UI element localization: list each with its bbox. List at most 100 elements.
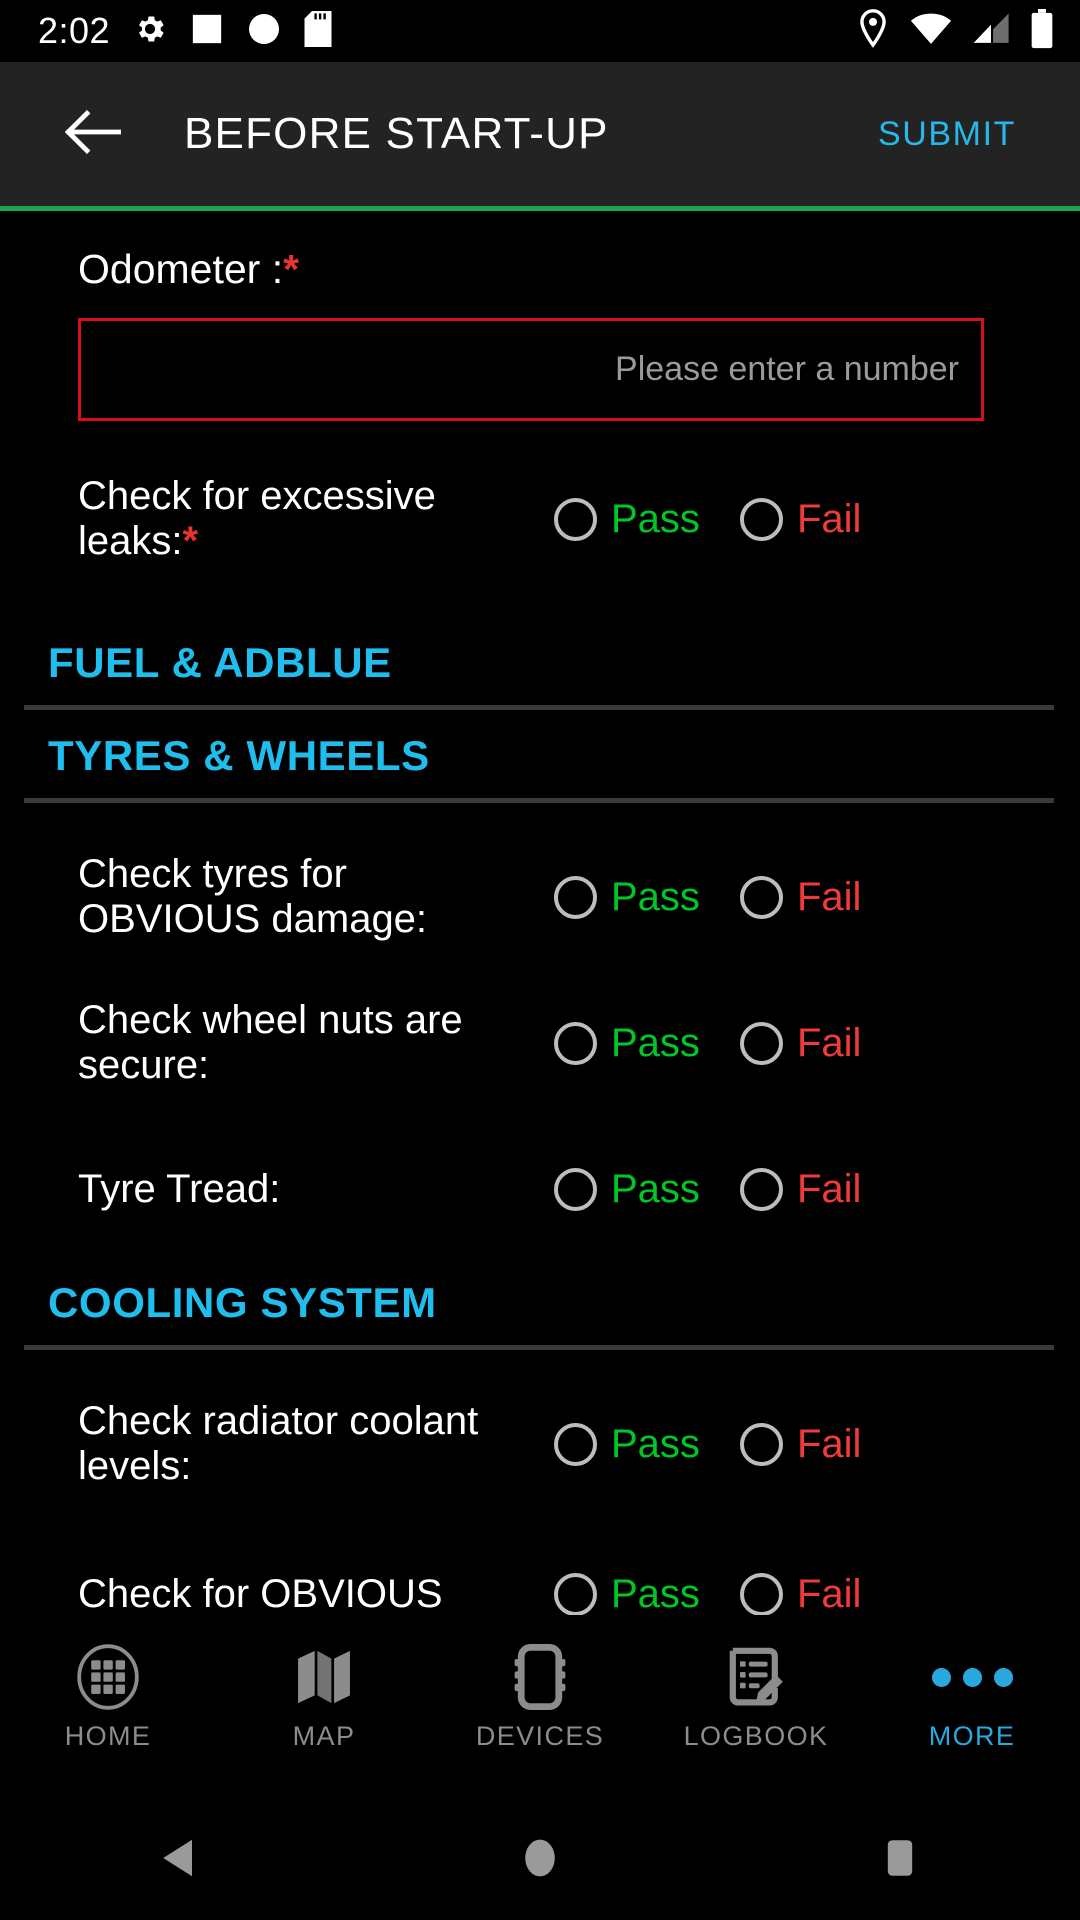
nav-item-map[interactable]: MAP xyxy=(216,1615,432,1752)
option-fail[interactable]: Fail xyxy=(739,1572,861,1615)
nav-label-home: HOME xyxy=(64,1721,152,1751)
option-pass[interactable]: Pass xyxy=(554,1422,700,1467)
check-row-obvious-partial[interactable]: Check for OBVIOUS Pass Fail xyxy=(0,1530,1080,1615)
section-tyres-wheels: TYRES & WHEELS xyxy=(0,710,1080,804)
radio-pass-icon[interactable] xyxy=(554,1021,597,1065)
check-row-wheel-nuts[interactable]: Check wheel nuts are secure: Pass Fail xyxy=(0,979,1080,1107)
dot-1 xyxy=(931,1667,951,1687)
check-row-excessive-leaks[interactable]: Check for excessive leaks:* Pass Fail xyxy=(0,455,1080,583)
map-icon xyxy=(293,1641,355,1713)
option-pass-label: Pass xyxy=(611,496,700,541)
phone-screen: 2:02 BEFORE START-UP SUBMIT Odometer:* … xyxy=(0,0,1080,1920)
option-pass[interactable]: Pass xyxy=(554,875,700,920)
submit-button[interactable]: SUBMIT xyxy=(854,101,1040,168)
section-fuel-adblue: FUEL & ADBLUE xyxy=(0,583,1080,711)
odometer-label-text: Odometer : xyxy=(78,246,284,292)
pass-fail-options: Pass Fail xyxy=(554,1021,861,1066)
option-pass-label: Pass xyxy=(611,1421,700,1466)
check-label-text: Check for excessive leaks: xyxy=(78,474,436,564)
inspection-form[interactable]: Odometer :* Please enter a number Check … xyxy=(0,211,1080,1615)
odometer-input[interactable]: Please enter a number xyxy=(78,318,984,422)
android-home-button[interactable] xyxy=(360,1835,720,1886)
nav-item-logbook[interactable]: LOGBOOK xyxy=(648,1615,864,1752)
nav-label-more: MORE xyxy=(928,1721,1016,1751)
check-row-tyres-damage[interactable]: Check tyres for OBVIOUS damage: Pass Fai… xyxy=(0,833,1080,961)
section-divider xyxy=(24,798,1054,804)
option-pass-label: Pass xyxy=(611,1020,700,1065)
option-pass[interactable]: Pass xyxy=(554,1021,700,1066)
odometer-field-wrap: Please enter a number xyxy=(0,292,1080,422)
option-fail[interactable]: Fail xyxy=(739,1422,861,1467)
pass-fail-options: Pass Fail xyxy=(554,1422,861,1467)
radio-fail-icon[interactable] xyxy=(739,1021,783,1065)
check-label: Check wheel nuts are secure: xyxy=(78,998,463,1088)
radio-fail-icon[interactable] xyxy=(739,1422,783,1466)
sd-card-icon xyxy=(304,10,332,52)
check-label: Check for OBVIOUS xyxy=(78,1571,443,1615)
section-title: COOLING SYSTEM xyxy=(48,1279,437,1327)
pass-fail-options: Pass Fail xyxy=(554,1572,861,1615)
nav-label-devices: DEVICES xyxy=(475,1721,605,1751)
android-back-icon xyxy=(158,1835,202,1886)
nav-item-home[interactable]: HOME xyxy=(0,1615,216,1752)
android-home-icon xyxy=(520,1835,560,1886)
section-cooling-system: COOLING SYSTEM xyxy=(0,1253,1080,1351)
option-pass[interactable]: Pass xyxy=(554,497,700,542)
radio-fail-icon[interactable] xyxy=(739,875,783,919)
option-fail-label: Fail xyxy=(796,1166,862,1211)
radio-pass-icon[interactable] xyxy=(554,1422,597,1466)
location-pin-icon xyxy=(856,8,890,54)
dot-2 xyxy=(962,1667,982,1687)
odometer-label: Odometer :* xyxy=(0,211,1080,292)
android-navigation-bar xyxy=(0,1800,1080,1920)
nav-item-devices[interactable]: DEVICES xyxy=(432,1615,648,1752)
pass-fail-options: Pass Fail xyxy=(554,1167,861,1212)
radio-fail-icon[interactable] xyxy=(739,1167,783,1211)
android-recents-button[interactable] xyxy=(720,1835,1080,1886)
android-recents-icon xyxy=(881,1835,919,1886)
radio-pass-icon[interactable] xyxy=(554,875,597,919)
nav-label-map: MAP xyxy=(292,1721,356,1751)
more-dots-icon xyxy=(931,1641,1013,1713)
option-fail[interactable]: Fail xyxy=(739,874,862,920)
option-fail-label: Fail xyxy=(796,1020,862,1065)
app-bar: BEFORE START-UP SUBMIT xyxy=(0,62,1080,206)
option-pass[interactable]: Pass xyxy=(554,1167,700,1212)
option-fail[interactable]: Fail xyxy=(739,1020,862,1066)
check-label: Check for excessive leaks:* xyxy=(78,474,548,564)
check-label: Check radiator coolant levels: xyxy=(78,1399,479,1489)
dot-3 xyxy=(993,1667,1013,1687)
battery-icon xyxy=(1030,8,1054,54)
back-arrow-icon xyxy=(64,109,122,160)
pass-fail-options: Pass Fail xyxy=(554,875,861,920)
odometer-required-mark: * xyxy=(283,246,300,292)
back-button[interactable] xyxy=(50,91,136,177)
option-fail[interactable]: Fail xyxy=(739,1166,862,1212)
status-bar: 2:02 xyxy=(0,0,1080,62)
option-fail[interactable]: Fail xyxy=(739,497,861,542)
option-fail-label: Fail xyxy=(796,874,862,919)
radio-pass-icon[interactable] xyxy=(554,1167,597,1211)
nav-label-logbook: LOGBOOK xyxy=(683,1721,829,1751)
option-pass-label: Pass xyxy=(611,1166,700,1211)
radio-fail-icon[interactable] xyxy=(739,1572,783,1615)
radio-pass-icon[interactable] xyxy=(554,1572,597,1615)
logbook-pencil-icon xyxy=(724,1641,788,1713)
radio-pass-icon[interactable] xyxy=(554,497,597,541)
check-row-tyre-tread[interactable]: Tyre Tread: Pass Fail xyxy=(0,1125,1080,1253)
status-bar-right xyxy=(856,8,1054,54)
radio-fail-icon[interactable] xyxy=(739,497,783,541)
check-label: Tyre Tread: xyxy=(78,1166,281,1211)
section-title: FUEL & ADBLUE xyxy=(48,639,392,687)
check-label: Check tyres for OBVIOUS damage: xyxy=(78,852,428,942)
android-back-button[interactable] xyxy=(0,1835,360,1886)
option-pass[interactable]: Pass xyxy=(554,1572,700,1615)
wifi-icon xyxy=(910,12,952,51)
pass-fail-options: Pass Fail xyxy=(554,497,861,542)
cellular-signal-icon xyxy=(972,12,1010,51)
settings-gear-icon xyxy=(132,11,168,52)
check-row-radiator-coolant[interactable]: Check radiator coolant levels: Pass Fail xyxy=(0,1380,1080,1508)
nav-item-more[interactable]: MORE xyxy=(864,1615,1080,1752)
page-title: BEFORE START-UP xyxy=(184,109,609,158)
more-dots-group xyxy=(931,1641,1013,1713)
